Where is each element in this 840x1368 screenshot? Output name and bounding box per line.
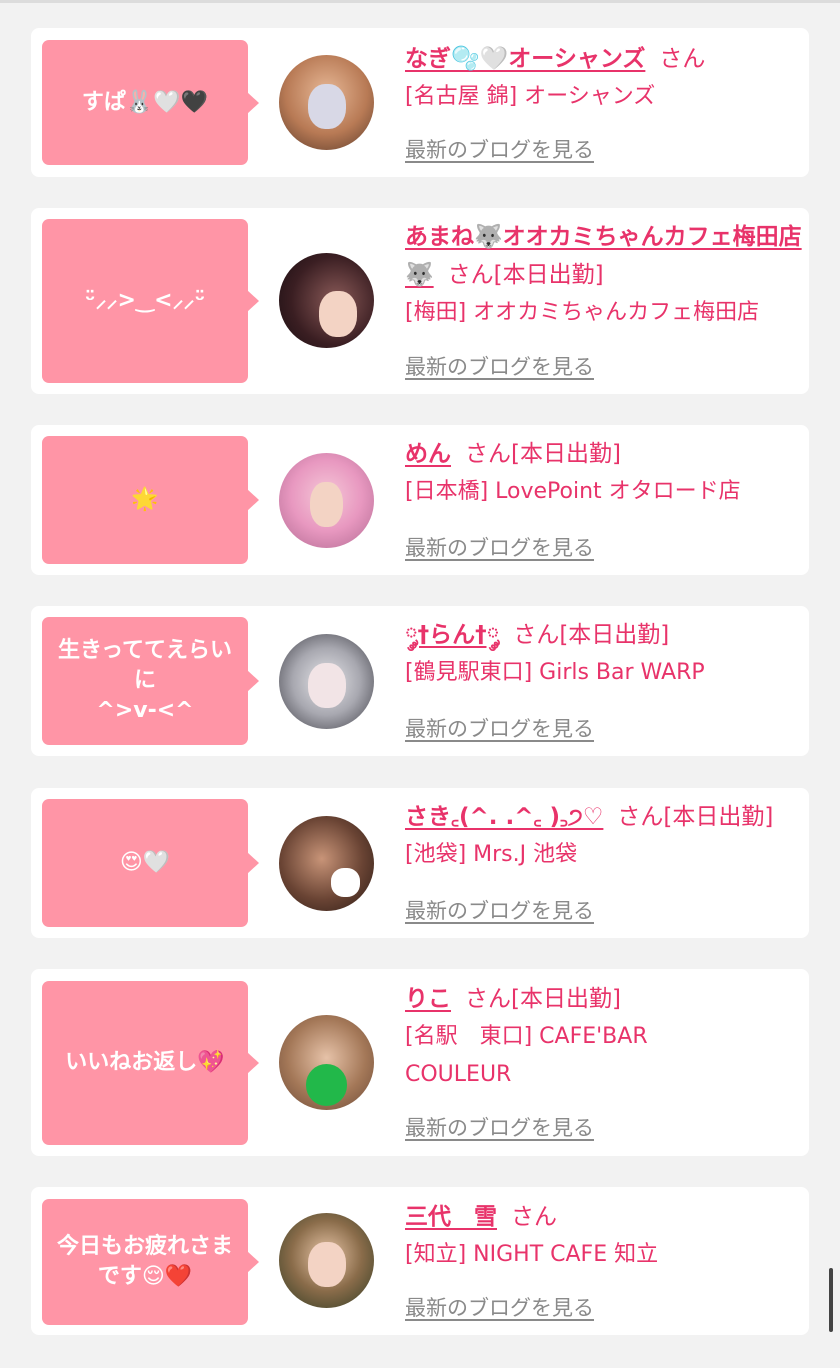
list-item[interactable]: いいねお返し💖 りこ さん[本日出勤] [名駅 東口] CAFE'BAR COUL… bbox=[31, 969, 809, 1156]
scrollbar-thumb[interactable] bbox=[829, 1268, 833, 1332]
status-badge: [本日出勤] bbox=[511, 986, 621, 1012]
list-item[interactable]: 今日もお疲れさま です😌❤️ 三代 雪さん [知立] NIGHT CAFE 知立… bbox=[31, 1187, 809, 1335]
shop-name: [梅田] オオカミちゃんカフェ梅田店 bbox=[405, 300, 760, 325]
shop-name: [名駅 東口] CAFE'BAR COULEUR bbox=[405, 1024, 648, 1087]
list-item[interactable]: 生きっててえらいに ^>v-<^ ༘†らん†༘ さん[本日出勤] [鶴見駅東口] … bbox=[31, 606, 809, 756]
comment-bubble: 🌟 bbox=[42, 436, 259, 564]
shop-name: [知立] NIGHT CAFE 知立 bbox=[405, 1242, 659, 1267]
comment-bubble: いいねお返し💖 bbox=[42, 981, 259, 1145]
shop-name: [鶴見駅東口] Girls Bar WARP bbox=[405, 660, 705, 685]
profile-name-link[interactable]: りこ bbox=[405, 986, 451, 1012]
status-badge: [本日出勤] bbox=[511, 441, 621, 467]
avatar[interactable] bbox=[279, 253, 374, 348]
latest-blog-link[interactable]: 最新のブログを見る bbox=[405, 895, 594, 925]
status-badge: [本日出勤] bbox=[559, 622, 670, 648]
profile-name-link[interactable]: ༘†らん†༘ bbox=[405, 622, 499, 648]
profile-name-link[interactable]: さき꜀(^. .^꜀ )꜆੭♡ bbox=[405, 804, 603, 830]
comment-bubble: ᵕ̈⸝⸝>‿<⸝⸝ᵕ̈ bbox=[42, 219, 259, 383]
list-item[interactable]: すぱ🐰🤍🖤 なぎ🫧🤍オーシャンズ さん [名古屋 錦] オーシャンズ 最新のブログ… bbox=[31, 28, 809, 177]
top-divider bbox=[0, 0, 840, 3]
list-item[interactable]: 😍🤍 さき꜀(^. .^꜀ )꜆੭♡ さん[本日出勤] [池袋] Mrs.J 池袋… bbox=[31, 788, 809, 938]
honorific-label: さん bbox=[513, 622, 560, 648]
profile-name-link[interactable]: なぎ🫧🤍オーシャンズ bbox=[405, 46, 645, 72]
avatar[interactable] bbox=[279, 816, 374, 911]
avatar[interactable] bbox=[279, 634, 374, 729]
shop-name: [池袋] Mrs.J 池袋 bbox=[405, 842, 578, 867]
honorific-label: さん bbox=[617, 804, 664, 830]
shop-name: [名古屋 錦] オーシャンズ bbox=[405, 84, 656, 109]
latest-blog-link[interactable]: 最新のブログを見る bbox=[405, 1112, 594, 1142]
shop-name: [日本橋] LovePoint オタロード店 bbox=[405, 479, 741, 504]
list-item[interactable]: 🌟 めん さん[本日出勤] [日本橋] LovePoint オタロード店 最新のブ… bbox=[31, 425, 809, 575]
list-item[interactable]: ᵕ̈⸝⸝>‿<⸝⸝ᵕ̈ あまね🐺オオカミちゃんカフェ梅田店🐺 さん[本日出勤] [… bbox=[31, 208, 809, 394]
honorific-label: さん bbox=[511, 1204, 557, 1230]
profile-name-link[interactable]: めん bbox=[405, 441, 451, 467]
latest-blog-link[interactable]: 最新のブログを見る bbox=[405, 532, 594, 562]
honorific-label: さん bbox=[465, 441, 511, 467]
latest-blog-link[interactable]: 最新のブログを見る bbox=[405, 134, 594, 164]
avatar[interactable] bbox=[279, 1015, 374, 1110]
honorific-label: さん bbox=[465, 986, 511, 1012]
comment-bubble: 今日もお疲れさま です😌❤️ bbox=[42, 1199, 259, 1325]
latest-blog-link[interactable]: 最新のブログを見る bbox=[405, 713, 594, 743]
comment-bubble: 😍🤍 bbox=[42, 799, 259, 927]
avatar[interactable] bbox=[279, 453, 374, 548]
latest-blog-link[interactable]: 最新のブログを見る bbox=[405, 351, 594, 381]
avatar[interactable] bbox=[279, 55, 374, 150]
status-badge: [本日出勤] bbox=[663, 804, 774, 830]
comment-bubble: すぱ🐰🤍🖤 bbox=[42, 40, 259, 165]
honorific-label: さん bbox=[659, 46, 706, 72]
avatar[interactable] bbox=[279, 1213, 374, 1308]
latest-blog-link[interactable]: 最新のブログを見る bbox=[405, 1292, 594, 1322]
comment-bubble: 生きっててえらいに ^>v-<^ bbox=[42, 617, 259, 745]
status-badge: [本日出勤] bbox=[493, 262, 604, 288]
profile-name-link[interactable]: 三代 雪 bbox=[405, 1204, 497, 1230]
honorific-label: さん bbox=[447, 262, 494, 288]
